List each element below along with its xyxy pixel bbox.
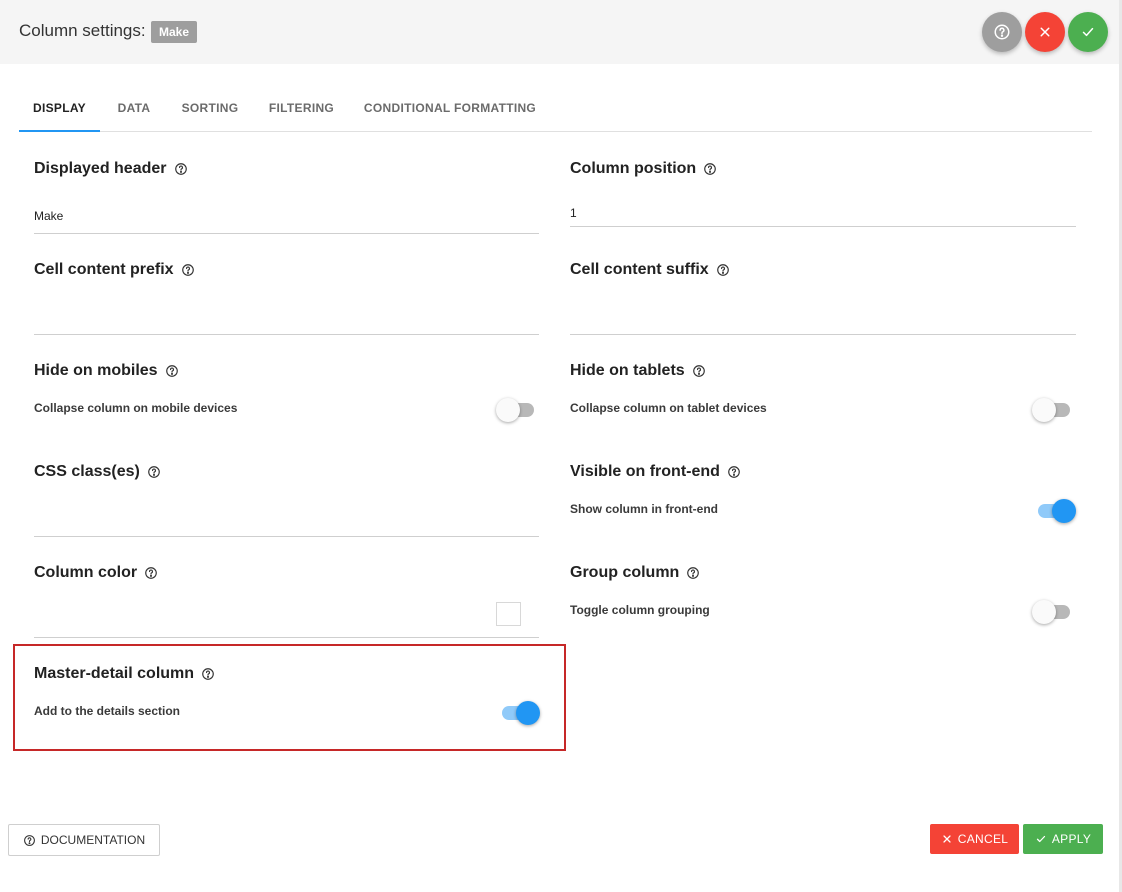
cell-suffix-label: Cell content suffix: [570, 261, 730, 279]
help-icon[interactable]: [144, 566, 158, 580]
master-detail-toggle[interactable]: [498, 698, 540, 725]
toggle-knob: [516, 701, 540, 725]
close-icon: [943, 835, 951, 843]
tab-filtering[interactable]: FILTERING: [264, 88, 339, 132]
help-icon[interactable]: [147, 465, 161, 479]
column-position-input[interactable]: 1: [570, 206, 577, 220]
input-underline: [34, 637, 539, 638]
help-icon[interactable]: [716, 263, 730, 277]
help-circle-icon: [23, 834, 35, 846]
tab-conditional-formatting[interactable]: CONDITIONAL FORMATTING: [359, 88, 541, 132]
hide-tablets-description: Collapse column on tablet devices: [570, 401, 767, 415]
documentation-button[interactable]: DOCUMENTATION: [8, 824, 160, 856]
input-underline: [570, 334, 1076, 335]
help-icon[interactable]: [692, 364, 706, 378]
help-button[interactable]: [982, 12, 1022, 52]
visible-frontend-toggle[interactable]: [1034, 496, 1076, 523]
toggle-knob: [1032, 600, 1056, 624]
hide-tablets-toggle[interactable]: [1032, 395, 1072, 422]
group-column-field: Group column Toggle column grouping: [570, 564, 1080, 634]
dialog-title: Column settings:: [19, 21, 146, 40]
cell-suffix-field: Cell content suffix: [570, 261, 1076, 336]
displayed-header-input[interactable]: Make: [34, 209, 63, 223]
group-column-toggle[interactable]: [1032, 597, 1072, 624]
tab-data[interactable]: DATA: [109, 88, 159, 132]
color-picker-swatch[interactable]: [496, 602, 521, 626]
displayed-header-label: Displayed header: [34, 160, 188, 178]
help-circle-icon: [994, 24, 1010, 40]
css-classes-label: CSS class(es): [34, 463, 161, 481]
hide-mobiles-field: Hide on mobiles Collapse column on mobil…: [34, 362, 544, 432]
column-color-field: Column color: [34, 564, 539, 639]
visible-frontend-description: Show column in front-end: [570, 502, 718, 516]
help-icon[interactable]: [174, 162, 188, 176]
documentation-label: DOCUMENTATION: [40, 833, 146, 847]
hide-mobiles-toggle[interactable]: [496, 395, 536, 422]
input-underline: [34, 233, 539, 234]
master-detail-label: Master-detail column: [34, 665, 215, 683]
hide-tablets-label: Hide on tablets: [570, 362, 706, 380]
input-underline: [570, 226, 1076, 227]
check-icon: [1082, 27, 1094, 37]
cell-prefix-label: Cell content prefix: [34, 261, 195, 279]
visible-frontend-field: Visible on front-end Show column in fron…: [570, 463, 1080, 533]
column-position-field: Column position 1: [570, 160, 1076, 235]
apply-label: APPLY: [1051, 832, 1092, 846]
group-column-label: Group column: [570, 564, 700, 582]
column-position-label: Column position: [570, 160, 717, 178]
cell-prefix-field: Cell content prefix: [34, 261, 539, 336]
toggle-knob: [1032, 398, 1056, 422]
tab-sorting[interactable]: SORTING: [173, 88, 247, 132]
dialog-header: Column settings: Make: [0, 0, 1120, 64]
displayed-header-field: Displayed header Make: [34, 160, 539, 235]
close-button[interactable]: [1025, 12, 1065, 52]
column-color-label: Column color: [34, 564, 158, 582]
help-icon[interactable]: [201, 667, 215, 681]
close-icon: [1040, 27, 1050, 37]
column-name-badge: Make: [151, 21, 198, 43]
toggle-knob: [496, 398, 520, 422]
help-icon[interactable]: [165, 364, 179, 378]
hide-mobiles-label: Hide on mobiles: [34, 362, 179, 380]
check-icon: [1036, 835, 1045, 843]
toggle-knob: [1052, 499, 1076, 523]
hide-tablets-field: Hide on tablets Collapse column on table…: [570, 362, 1080, 432]
cancel-button[interactable]: CANCEL: [930, 824, 1019, 854]
input-underline: [34, 334, 539, 335]
help-icon[interactable]: [727, 465, 741, 479]
settings-tabs: DISPLAY DATA SORTING FILTERING CONDITION…: [19, 88, 1092, 132]
master-detail-field: Master-detail column Add to the details …: [34, 665, 546, 735]
master-detail-description: Add to the details section: [34, 704, 181, 718]
help-icon[interactable]: [703, 162, 717, 176]
cancel-label: CANCEL: [957, 832, 1009, 846]
help-icon[interactable]: [181, 263, 195, 277]
css-classes-field: CSS class(es): [34, 463, 539, 538]
apply-button[interactable]: APPLY: [1023, 824, 1103, 854]
group-column-description: Toggle column grouping: [570, 603, 710, 617]
input-underline: [34, 536, 539, 537]
hide-mobiles-description: Collapse column on mobile devices: [34, 401, 238, 415]
confirm-button[interactable]: [1068, 12, 1108, 52]
visible-frontend-label: Visible on front-end: [570, 463, 741, 481]
help-icon[interactable]: [686, 566, 700, 580]
tab-display[interactable]: DISPLAY: [19, 88, 100, 132]
